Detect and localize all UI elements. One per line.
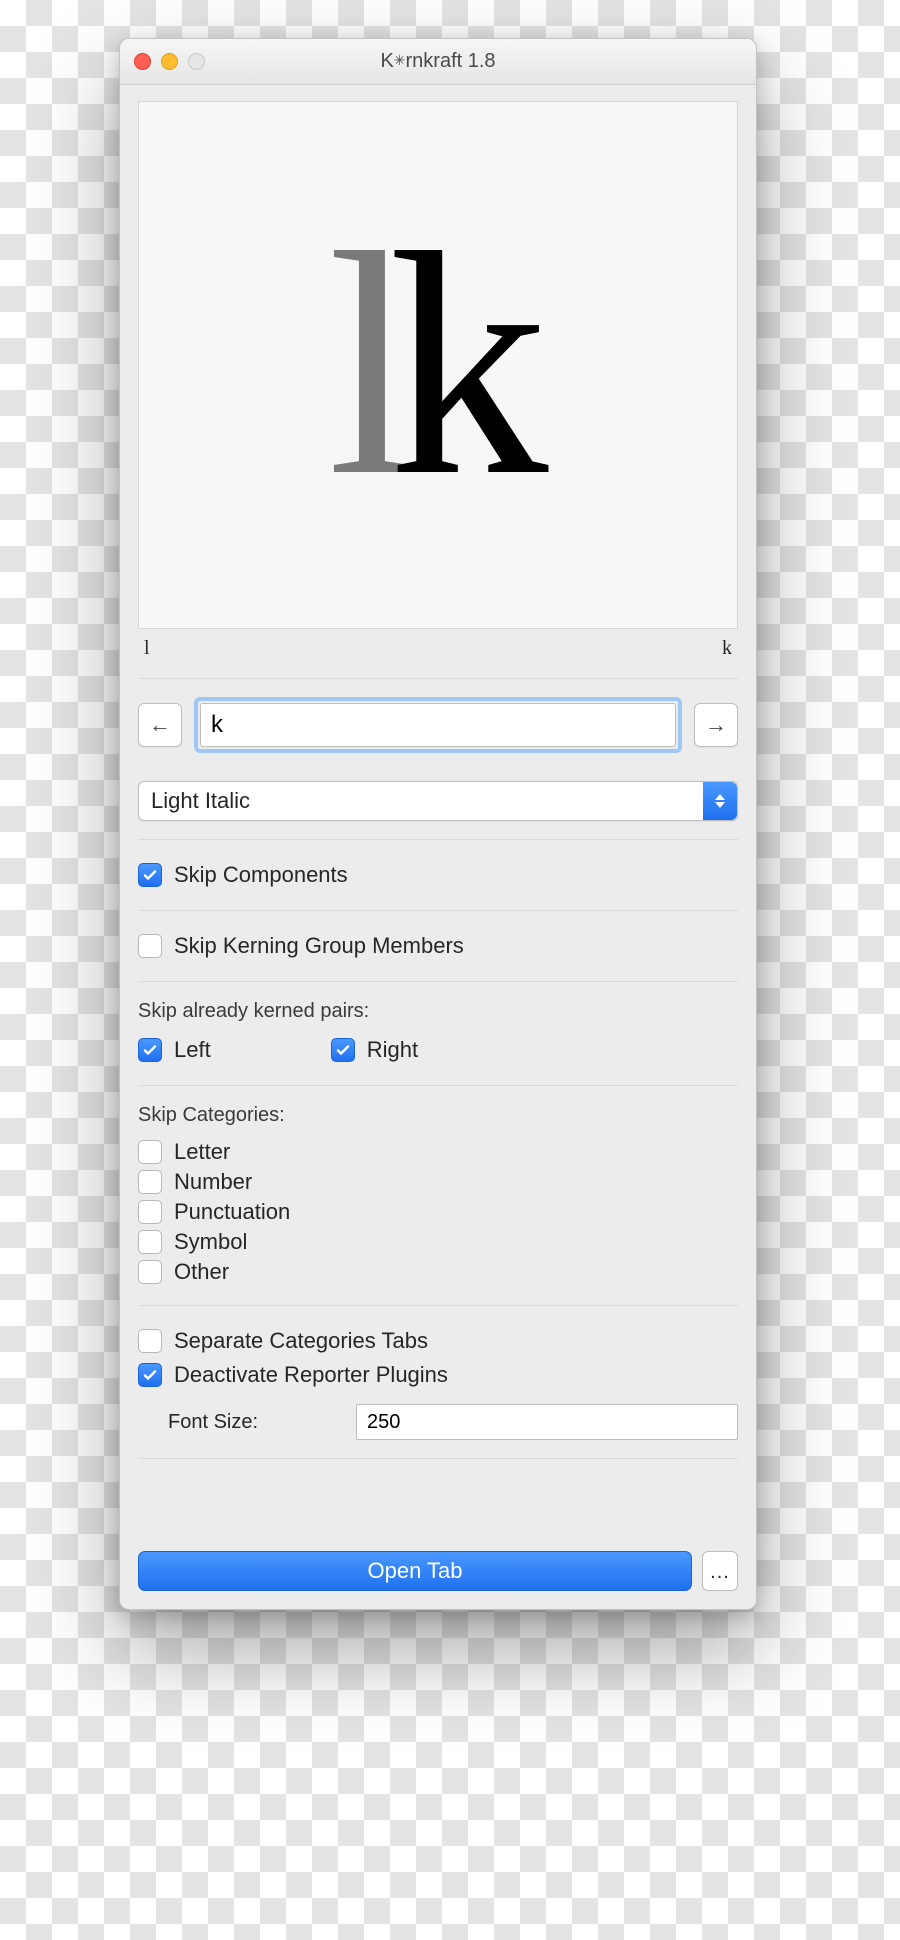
category-checkbox-letter[interactable]: [138, 1140, 162, 1164]
chevron-up-icon: [715, 794, 725, 800]
more-options-button[interactable]: ...: [702, 1551, 738, 1591]
minimize-icon[interactable]: [161, 53, 178, 70]
skip-group-members-checkbox[interactable]: [138, 934, 162, 958]
next-glyph-button[interactable]: →: [694, 703, 738, 747]
category-row: Letter: [138, 1137, 738, 1167]
category-row: Number: [138, 1167, 738, 1197]
divider: [138, 981, 738, 982]
skip-kerned-row: Left Right: [138, 1033, 738, 1067]
deactivate-reporters-row: Deactivate Reporter Plugins: [138, 1358, 738, 1392]
ellipsis-icon: ...: [710, 1561, 730, 1584]
category-row: Punctuation: [138, 1197, 738, 1227]
separate-tabs-checkbox[interactable]: [138, 1329, 162, 1353]
open-tab-label: Open Tab: [367, 1558, 462, 1584]
style-select[interactable]: Light Italic: [138, 781, 738, 821]
font-size-input[interactable]: [356, 1404, 738, 1440]
preview-right-glyph: k: [388, 205, 548, 525]
category-label: Letter: [174, 1139, 230, 1165]
separate-tabs-label: Separate Categories Tabs: [174, 1328, 428, 1354]
skip-kerned-section-label: Skip already kerned pairs:: [138, 1000, 738, 1023]
divider: [138, 1305, 738, 1306]
skip-components-label: Skip Components: [174, 862, 348, 888]
glyph-input[interactable]: [200, 703, 676, 747]
glyph-preview: l k: [138, 101, 738, 629]
window-title: K✳rnkraft 1.8: [120, 50, 756, 73]
pair-label-right: k: [722, 637, 732, 660]
category-checkbox-punctuation[interactable]: [138, 1200, 162, 1224]
font-size-label: Font Size:: [168, 1411, 338, 1434]
category-checkbox-symbol[interactable]: [138, 1230, 162, 1254]
deactivate-reporters-label: Deactivate Reporter Plugins: [174, 1362, 448, 1388]
skip-kerned-left-label: Left: [174, 1037, 211, 1063]
category-label: Symbol: [174, 1229, 247, 1255]
divider: [138, 1458, 738, 1459]
category-label: Number: [174, 1169, 252, 1195]
preview-left-glyph: l: [328, 205, 389, 525]
titlebar[interactable]: K✳rnkraft 1.8: [120, 39, 756, 85]
skip-components-row: Skip Components: [138, 858, 738, 892]
open-tab-button[interactable]: Open Tab: [138, 1551, 692, 1591]
font-size-row: Font Size:: [138, 1404, 738, 1440]
skip-components-checkbox[interactable]: [138, 863, 162, 887]
divider: [138, 910, 738, 911]
style-select-value: Light Italic: [151, 788, 250, 814]
skip-kerned-left-checkbox[interactable]: [138, 1038, 162, 1062]
category-row: Other: [138, 1257, 738, 1287]
footer: Open Tab ...: [138, 1531, 738, 1591]
glyph-nav-row: ← →: [138, 697, 738, 753]
arrow-left-icon: ←: [149, 712, 171, 738]
content: l k l k ← → Light Italic: [120, 85, 756, 1609]
chevron-down-icon: [715, 802, 725, 808]
select-stepper-icon: [703, 782, 737, 820]
close-icon[interactable]: [134, 53, 151, 70]
category-checkbox-other[interactable]: [138, 1260, 162, 1284]
glyph-input-focus-ring: [194, 697, 682, 753]
skip-categories-section-label: Skip Categories:: [138, 1104, 738, 1127]
deactivate-reporters-checkbox[interactable]: [138, 1363, 162, 1387]
category-checkbox-number[interactable]: [138, 1170, 162, 1194]
skip-group-members-label: Skip Kerning Group Members: [174, 933, 464, 959]
zoom-icon[interactable]: [188, 53, 205, 70]
pair-labels: l k: [138, 629, 738, 660]
traffic-lights: [134, 53, 205, 70]
skip-group-members-row: Skip Kerning Group Members: [138, 929, 738, 963]
category-label: Other: [174, 1259, 229, 1285]
gear-icon: ✳: [394, 52, 406, 68]
separate-tabs-row: Separate Categories Tabs: [138, 1324, 738, 1358]
arrow-right-icon: →: [705, 712, 727, 738]
prev-glyph-button[interactable]: ←: [138, 703, 182, 747]
category-row: Symbol: [138, 1227, 738, 1257]
skip-kerned-right-checkbox[interactable]: [331, 1038, 355, 1062]
pair-label-left: l: [144, 637, 150, 660]
skip-kerned-right-label: Right: [367, 1037, 418, 1063]
category-label: Punctuation: [174, 1199, 290, 1225]
skip-categories-list: Letter Number Punctuation Symbol Other: [138, 1137, 738, 1287]
kernkraft-window: K✳rnkraft 1.8 l k l k ← → Light Italic: [119, 38, 757, 1610]
divider: [138, 678, 738, 679]
divider: [138, 839, 738, 840]
divider: [138, 1085, 738, 1086]
